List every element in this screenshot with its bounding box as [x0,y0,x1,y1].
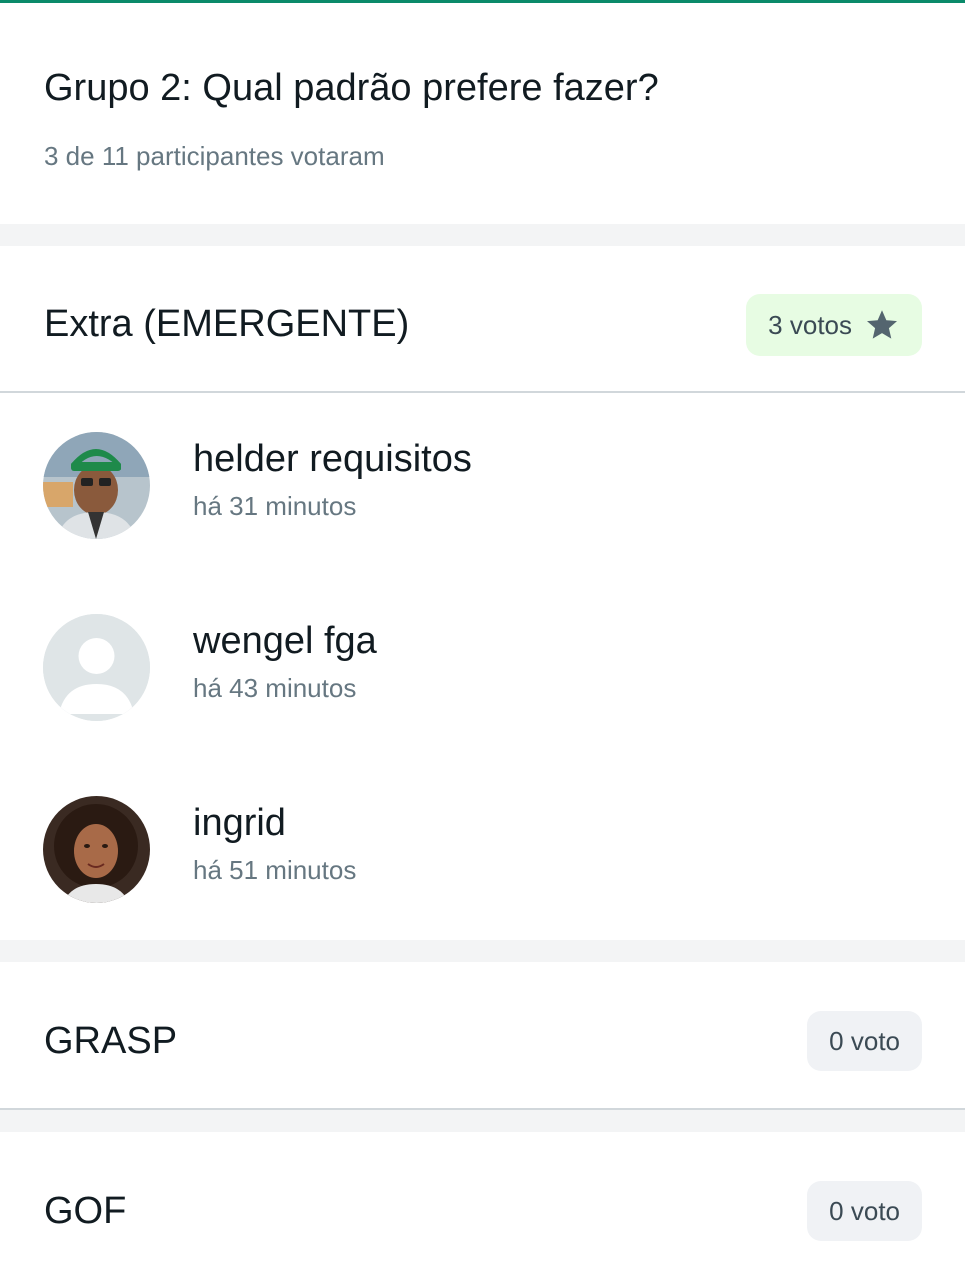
vote-time: há 51 minutos [193,855,357,885]
poll-participation-summary: 3 de 11 participantes votaram [44,141,385,171]
voter-name: ingrid [193,802,286,844]
voter-avatar [43,432,150,539]
voter-row[interactable]: ingrid há 51 minutos [0,796,965,936]
option-label: GRASP [44,1020,178,1062]
option-label: Extra (EMERGENTE) [44,303,410,345]
option-header: Extra (EMERGENTE) 3 votos [0,246,965,393]
vote-count: 0 voto [829,1025,900,1056]
vote-count: 3 votos [768,309,852,340]
vote-count-badge: 0 voto [807,1011,922,1071]
vote-count: 0 voto [829,1195,900,1226]
voter-row[interactable]: wengel fga há 43 minutos [0,614,965,754]
voter-avatar [43,614,150,721]
default-person-icon [43,614,150,721]
vote-count-badge: 3 votos [746,294,922,356]
poll-option-grasp: GRASP 0 voto [0,962,965,1110]
avatar-photo [43,432,150,539]
vote-time: há 31 minutos [193,491,357,521]
voter-name: helder requisitos [193,438,472,480]
poll-option-gof: GOF 0 voto [0,1132,965,1280]
voter-row[interactable]: helder requisitos há 31 minutos [0,432,965,572]
option-label: GOF [44,1190,127,1232]
poll-header: Grupo 2: Qual padrão prefere fazer? 3 de… [0,3,965,224]
poll-title: Grupo 2: Qual padrão prefere fazer? [44,67,659,109]
voter-avatar [43,796,150,903]
vote-count-badge: 0 voto [807,1181,922,1241]
voter-name: wengel fga [193,620,377,662]
vote-time: há 43 minutos [193,673,357,703]
star-icon [867,310,897,339]
avatar-photo [43,796,150,903]
poll-option-extra: Extra (EMERGENTE) 3 votos helder requisi… [0,246,965,940]
